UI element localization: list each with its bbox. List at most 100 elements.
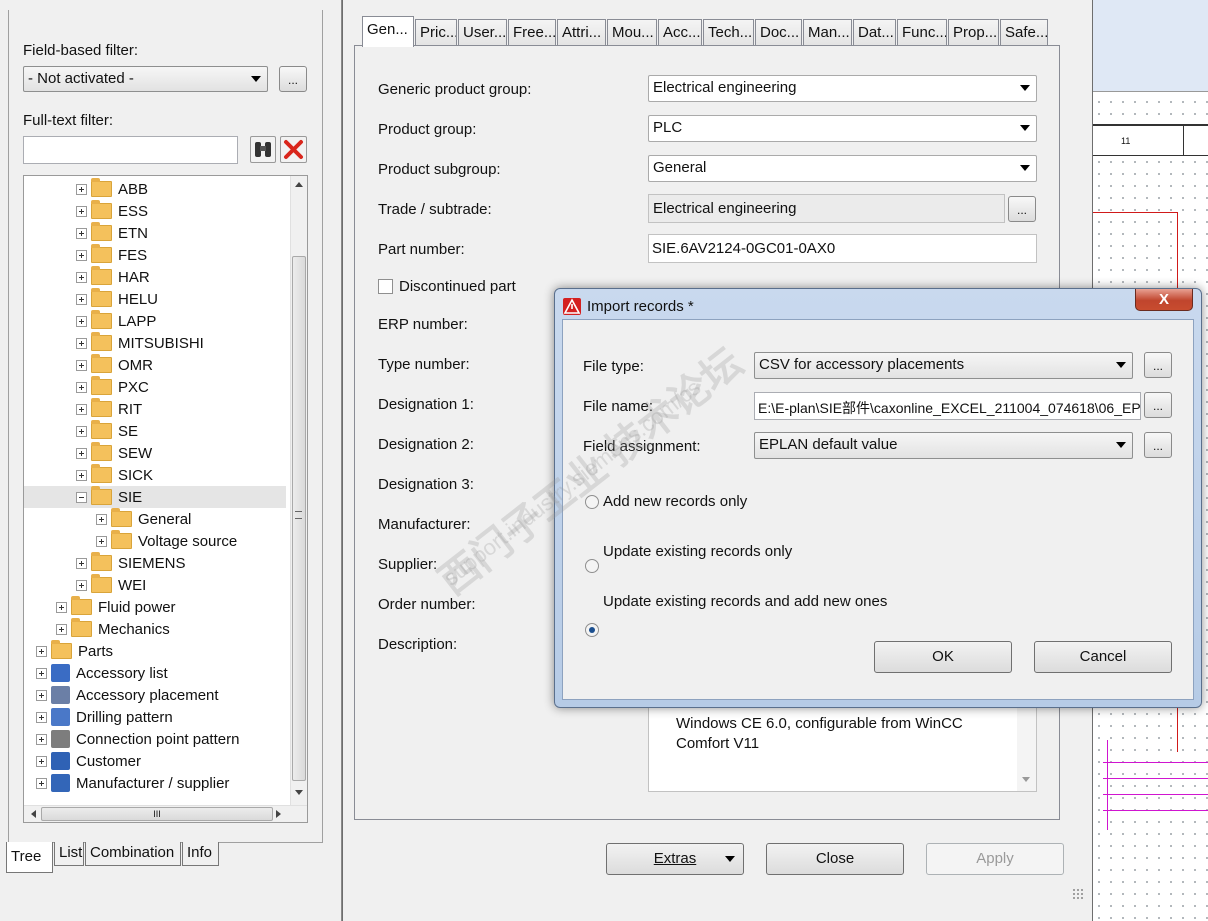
expand-icon[interactable] xyxy=(36,711,47,723)
expand-icon[interactable] xyxy=(36,645,47,657)
tab-properties-9[interactable]: Man... xyxy=(803,19,852,46)
tab-properties-10[interactable]: Dat... xyxy=(853,19,896,46)
tree-item[interactable]: RIT xyxy=(24,398,286,420)
tab-properties-6[interactable]: Acc... xyxy=(658,19,702,46)
tree-item[interactable]: PXC xyxy=(24,376,286,398)
tree-item[interactable]: ESS xyxy=(24,200,286,222)
expand-icon[interactable] xyxy=(76,403,87,415)
tab-properties-12[interactable]: Prop... xyxy=(948,19,999,46)
scroll-right-arrow-icon[interactable] xyxy=(276,810,281,818)
tree-item[interactable]: SIE xyxy=(24,486,286,508)
parts-tree[interactable]: ABB ESS ETN FES HAR HELU LAPP MITSUBISHI OMR PXC R… xyxy=(23,175,308,823)
tree-item[interactable]: WEI xyxy=(24,574,286,596)
tree-horizontal-scrollbar[interactable]: III xyxy=(24,805,307,822)
scroll-down-arrow-icon[interactable] xyxy=(295,790,303,795)
tree-vertical-scrollbar[interactable] xyxy=(290,176,307,806)
tree-item[interactable]: Accessory placement xyxy=(24,684,286,706)
expand-icon[interactable] xyxy=(76,469,87,481)
ok-button[interactable]: OK xyxy=(874,641,1012,673)
expand-icon[interactable] xyxy=(36,755,47,767)
tab-properties-11[interactable]: Func... xyxy=(897,19,947,46)
tab-tree[interactable]: Tree xyxy=(6,842,53,873)
tree-item[interactable]: Customer xyxy=(24,750,286,772)
tree-item[interactable]: Parts xyxy=(24,640,286,662)
tree-item[interactable]: ETN xyxy=(24,222,286,244)
tree-item[interactable]: Accessory list xyxy=(24,662,286,684)
tree-item[interactable]: Mechanics xyxy=(24,618,286,640)
generic-product-group-select[interactable]: Electrical engineering xyxy=(648,75,1037,102)
tab-properties-5[interactable]: Mou... xyxy=(607,19,657,46)
tree-item[interactable]: MITSUBISHI xyxy=(24,332,286,354)
tab-properties-4[interactable]: Attri... xyxy=(557,19,606,46)
tree-item[interactable]: LAPP xyxy=(24,310,286,332)
expand-icon[interactable] xyxy=(76,579,87,591)
fulltext-filter-input[interactable] xyxy=(23,136,238,164)
tab-info[interactable]: Info xyxy=(182,842,219,866)
expand-icon[interactable] xyxy=(36,667,47,679)
resize-grip-icon[interactable] xyxy=(1072,888,1084,900)
field-filter-select[interactable]: - Not activated - xyxy=(23,66,268,92)
file-name-input[interactable]: E:\E-plan\SIE部件\caxonline_EXCEL_211004_0… xyxy=(754,392,1141,420)
expand-icon[interactable] xyxy=(76,293,87,305)
file-type-select[interactable]: CSV for accessory placements xyxy=(754,352,1133,379)
radio-update-existing-only-label[interactable]: Update existing records only xyxy=(603,543,792,560)
radio-update-and-add-label[interactable]: Update existing records and add new ones xyxy=(603,593,887,610)
tab-properties-2[interactable]: User... xyxy=(458,19,507,46)
tab-properties-7[interactable]: Tech... xyxy=(703,19,754,46)
tree-item[interactable]: FES xyxy=(24,244,286,266)
expand-icon[interactable] xyxy=(76,557,87,569)
expand-icon[interactable] xyxy=(76,249,87,261)
apply-button[interactable]: Apply xyxy=(926,843,1064,875)
expand-icon[interactable] xyxy=(76,337,87,349)
field-assignment-more-button[interactable]: ... xyxy=(1144,432,1172,458)
expand-icon[interactable] xyxy=(96,535,107,547)
expand-icon[interactable] xyxy=(76,359,87,371)
tree-horizontal-scroll-thumb[interactable]: III xyxy=(41,807,273,821)
product-group-select[interactable]: PLC xyxy=(648,115,1037,142)
expand-icon[interactable] xyxy=(36,777,47,789)
collapse-icon[interactable] xyxy=(76,491,87,503)
tree-item[interactable]: HAR xyxy=(24,266,286,288)
part-number-input[interactable]: SIE.6AV2124-0GC01-0AX0 xyxy=(648,234,1037,263)
scroll-down-arrow-icon[interactable] xyxy=(1022,777,1030,782)
clear-filter-icon[interactable] xyxy=(280,136,307,163)
expand-icon[interactable] xyxy=(96,513,107,525)
tree-item[interactable]: ABB xyxy=(24,178,286,200)
expand-icon[interactable] xyxy=(76,425,87,437)
expand-icon[interactable] xyxy=(76,205,87,217)
tab-properties-0[interactable]: Gen... xyxy=(362,16,414,47)
product-subgroup-select[interactable]: General xyxy=(648,155,1037,182)
radio-update-and-add[interactable] xyxy=(585,623,599,637)
expand-icon[interactable] xyxy=(76,183,87,195)
field-filter-more-button[interactable]: ... xyxy=(279,66,307,92)
expand-icon[interactable] xyxy=(36,689,47,701)
tab-properties-8[interactable]: Doc... xyxy=(755,19,802,46)
tree-item[interactable]: Drilling pattern xyxy=(24,706,286,728)
discontinued-checkbox[interactable] xyxy=(378,279,393,294)
tree-item[interactable]: Voltage source xyxy=(24,530,286,552)
expand-icon[interactable] xyxy=(76,227,87,239)
tree-item[interactable]: SE xyxy=(24,420,286,442)
radio-update-existing-only[interactable] xyxy=(585,559,599,573)
extras-button[interactable]: Extras xyxy=(606,843,744,875)
tree-item[interactable]: OMR xyxy=(24,354,286,376)
expand-icon[interactable] xyxy=(56,623,67,635)
expand-icon[interactable] xyxy=(76,447,87,459)
tree-item[interactable]: Manufacturer / supplier xyxy=(24,772,286,794)
tab-list[interactable]: List xyxy=(54,842,84,866)
trade-more-button[interactable]: ... xyxy=(1008,196,1036,222)
tab-properties-13[interactable]: Safe... xyxy=(1000,19,1048,46)
tree-item[interactable]: Connection point pattern xyxy=(24,728,286,750)
radio-add-new-only[interactable] xyxy=(585,495,599,509)
tab-properties-1[interactable]: Pric... xyxy=(415,19,457,46)
expand-icon[interactable] xyxy=(76,315,87,327)
expand-icon[interactable] xyxy=(76,381,87,393)
scroll-up-arrow-icon[interactable] xyxy=(295,182,303,187)
tree-item[interactable]: SICK xyxy=(24,464,286,486)
expand-icon[interactable] xyxy=(56,601,67,613)
tab-properties-3[interactable]: Free... xyxy=(508,19,556,46)
file-name-browse-button[interactable]: ... xyxy=(1144,392,1172,418)
tree-item[interactable]: General xyxy=(24,508,286,530)
file-type-more-button[interactable]: ... xyxy=(1144,352,1172,378)
scroll-left-arrow-icon[interactable] xyxy=(31,810,36,818)
